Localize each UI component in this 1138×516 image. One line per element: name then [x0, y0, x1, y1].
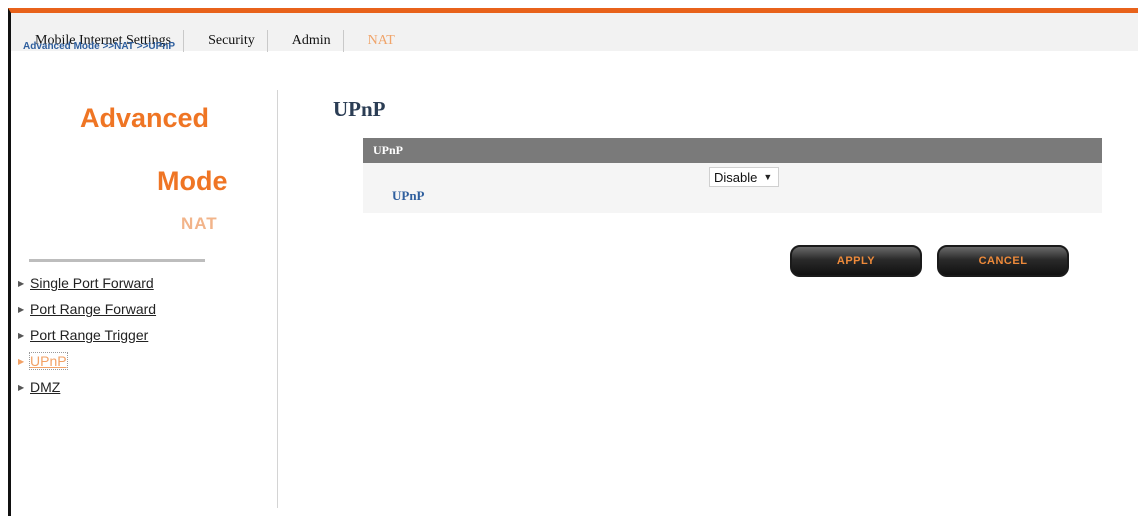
bullet-arrow-icon: ▶: [18, 278, 25, 288]
sidebar-item-port-range-trigger[interactable]: ▶ Port Range Trigger: [18, 322, 156, 348]
sidebar-title-line1: Advanced: [80, 103, 210, 133]
sidebar-item-label[interactable]: DMZ: [30, 379, 60, 395]
upnp-select[interactable]: Disable ▼: [709, 167, 780, 187]
sidebar-nav: ▶ Single Port Forward ▶ Port Range Forwa…: [18, 270, 156, 400]
bullet-arrow-icon: ▶: [18, 304, 25, 314]
tab-nat[interactable]: NAT: [344, 30, 407, 52]
page-title: UPnP: [333, 97, 386, 121]
sidebar-title-line2: Mode: [157, 166, 228, 196]
top-nav-bar: Mobile Internet Settings Security Admin …: [11, 13, 1138, 52]
breadcrumb: Advanced Mode >>NAT >>UPnP: [23, 41, 176, 52]
upnp-select-value: Disable: [714, 169, 758, 185]
sidebar-item-label[interactable]: Port Range Trigger: [30, 327, 148, 343]
sidebar-item-upnp[interactable]: ▶ UPnP: [18, 348, 156, 374]
chevron-down-icon: ▼: [763, 172, 773, 182]
upnp-field-label: UPnP: [392, 188, 425, 203]
content-divider: [277, 90, 278, 508]
sidebar-item-port-range-forward[interactable]: ▶ Port Range Forward: [18, 296, 156, 322]
sidebar-item-label[interactable]: UPnP: [29, 352, 68, 370]
sidebar-subtitle: NAT: [181, 214, 218, 233]
sidebar-item-label[interactable]: Port Range Forward: [30, 301, 156, 317]
sidebar-divider: [29, 259, 205, 262]
panel-header: UPnP: [363, 138, 1102, 163]
bullet-arrow-icon: ▶: [18, 356, 25, 366]
bullet-arrow-icon: ▶: [18, 330, 25, 340]
tab-security[interactable]: Security: [184, 30, 268, 52]
apply-button[interactable]: APPLY: [790, 245, 922, 277]
bullet-arrow-icon: ▶: [18, 382, 25, 392]
sidebar-item-dmz[interactable]: ▶ DMZ: [18, 374, 156, 400]
sidebar-item-single-port-forward[interactable]: ▶ Single Port Forward: [18, 270, 156, 296]
cancel-button[interactable]: CANCEL: [937, 245, 1069, 277]
sidebar-item-label[interactable]: Single Port Forward: [30, 275, 154, 291]
tab-admin[interactable]: Admin: [268, 30, 344, 52]
